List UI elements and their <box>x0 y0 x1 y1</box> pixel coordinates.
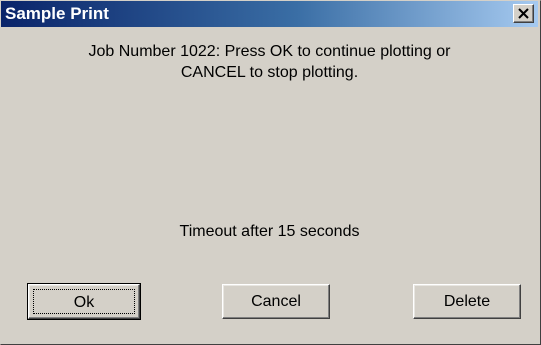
delete-button[interactable]: Delete <box>413 284 521 319</box>
window-title: Sample Print <box>5 4 109 23</box>
message-line-1: Job Number 1022: Press OK to continue pl… <box>88 43 451 60</box>
message-line-2: CANCEL to stop plotting. <box>180 64 359 81</box>
cancel-button[interactable]: Cancel <box>222 284 330 319</box>
ok-button[interactable]: Ok <box>27 283 141 320</box>
title-bar[interactable]: Sample Print <box>1 1 538 27</box>
dialog-message: Job Number 1022: Press OK to continue pl… <box>21 41 518 83</box>
close-button[interactable] <box>513 4 534 23</box>
timeout-label: Timeout after 15 seconds <box>179 223 360 240</box>
sample-print-dialog: Sample Print Job Number 1022: Press OK t… <box>0 0 541 345</box>
ok-button-label: Ok <box>33 289 135 314</box>
close-icon <box>518 8 529 19</box>
